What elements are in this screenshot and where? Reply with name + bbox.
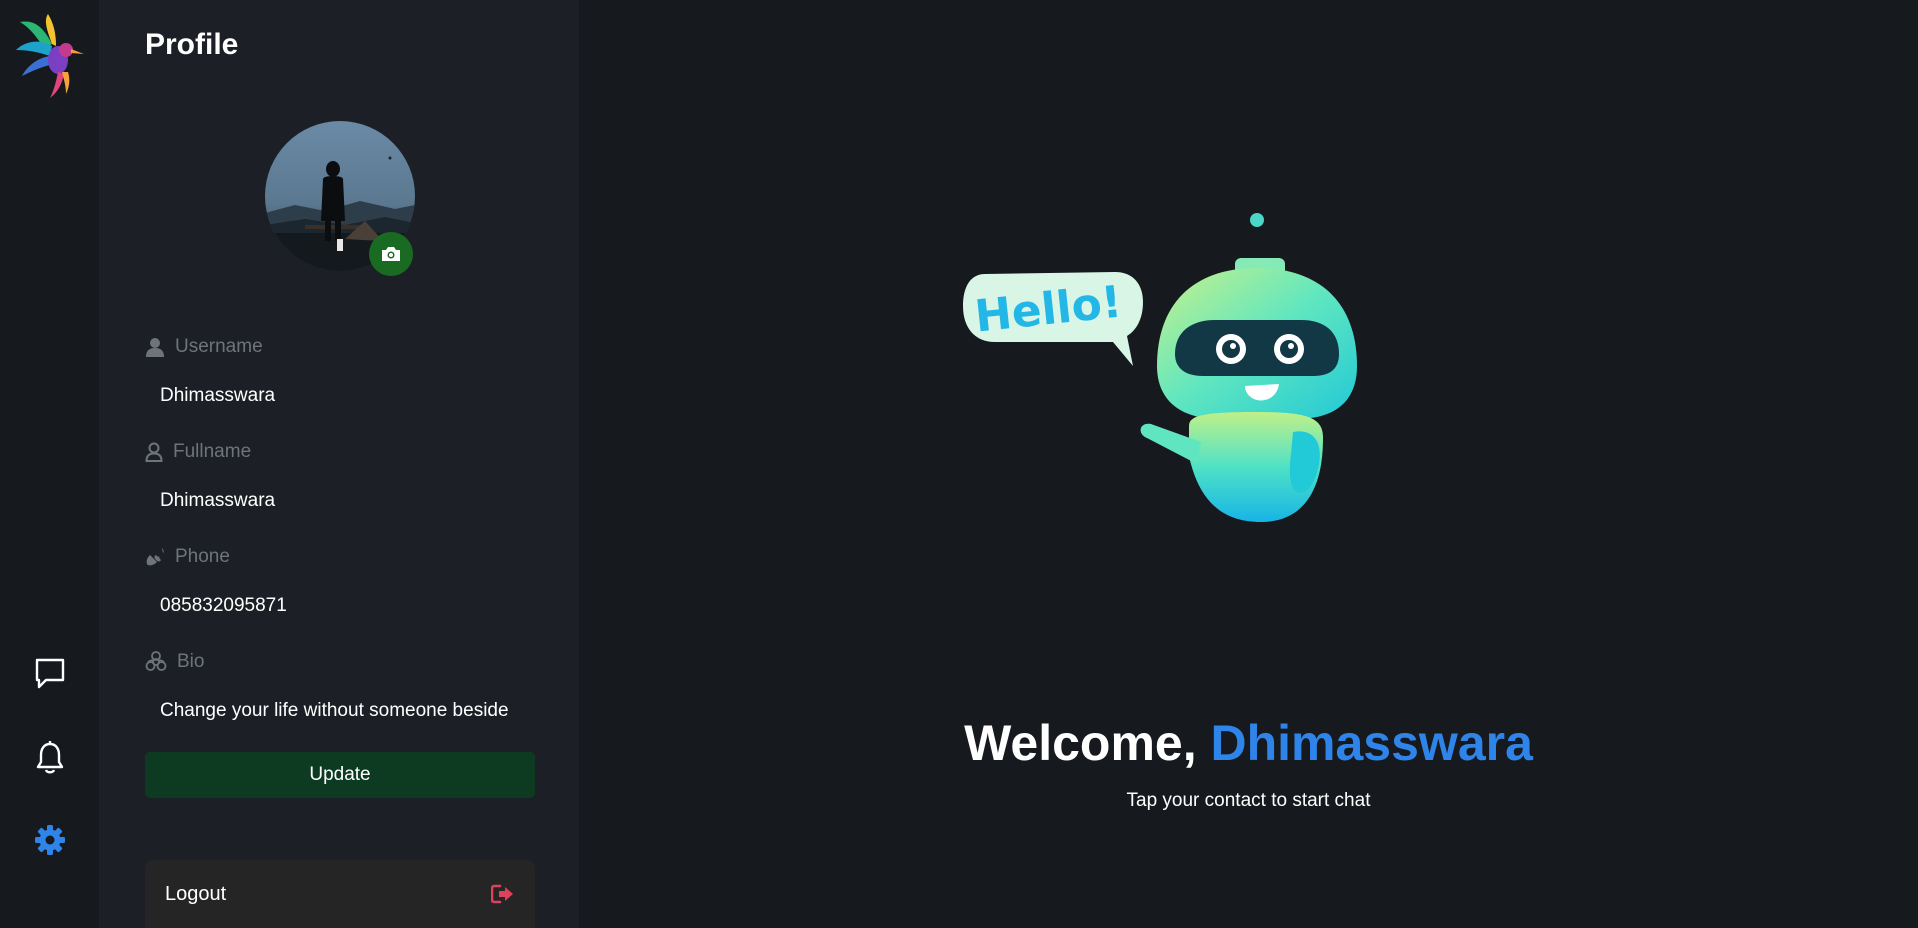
nav-rail — [0, 0, 99, 928]
phone-icon — [146, 548, 164, 566]
bell-icon — [36, 741, 64, 774]
change-photo-button[interactable] — [369, 232, 413, 276]
chat-nav-button[interactable] — [30, 653, 70, 693]
settings-nav-button[interactable] — [30, 820, 70, 860]
bio-field[interactable]: Change your life without someone beside — [160, 700, 522, 722]
fullname-field[interactable]: Dhimasswara — [160, 490, 522, 512]
notifications-nav-button[interactable] — [30, 738, 70, 778]
avatar-container — [265, 121, 417, 276]
logout-label: Logout — [165, 882, 227, 905]
update-button[interactable]: Update — [145, 752, 535, 798]
bio-label-text: Bio — [177, 651, 205, 672]
username-label-text: Username — [175, 336, 263, 357]
user-outline-icon — [145, 442, 163, 462]
user-icon — [146, 338, 164, 357]
welcome-heading: Welcome, Dhimasswara — [579, 714, 1918, 772]
biohazard-icon — [145, 651, 167, 671]
fullname-label: Fullname — [145, 441, 251, 463]
phone-label-text: Phone — [175, 546, 230, 567]
fullname-label-text: Fullname — [173, 441, 252, 462]
app-logo — [14, 14, 86, 100]
welcome-tagline: Tap your contact to start chat — [1126, 790, 1371, 811]
welcome-area: Hello! Welcome, Dhimasswara Tap your con… — [579, 0, 1918, 928]
gear-icon — [35, 825, 65, 855]
page-title: Profile — [145, 28, 239, 61]
bio-label: Bio — [145, 651, 204, 673]
chat-icon — [35, 658, 65, 689]
camera-icon — [382, 247, 400, 261]
logout-button[interactable]: Logout — [145, 860, 535, 928]
profile-panel: Profile Username Dhimasswara Fullname Dh… — [99, 0, 579, 928]
welcome-username: Dhimasswara — [1210, 715, 1533, 771]
phone-field[interactable]: 085832095871 — [160, 595, 522, 617]
phone-label: Phone — [145, 546, 230, 568]
welcome-prefix: Welcome, — [964, 715, 1211, 771]
sign-out-icon — [491, 884, 513, 904]
username-label: Username — [145, 336, 263, 358]
robot-illustration: Hello! — [961, 206, 1381, 526]
username-field[interactable]: Dhimasswara — [160, 385, 522, 407]
